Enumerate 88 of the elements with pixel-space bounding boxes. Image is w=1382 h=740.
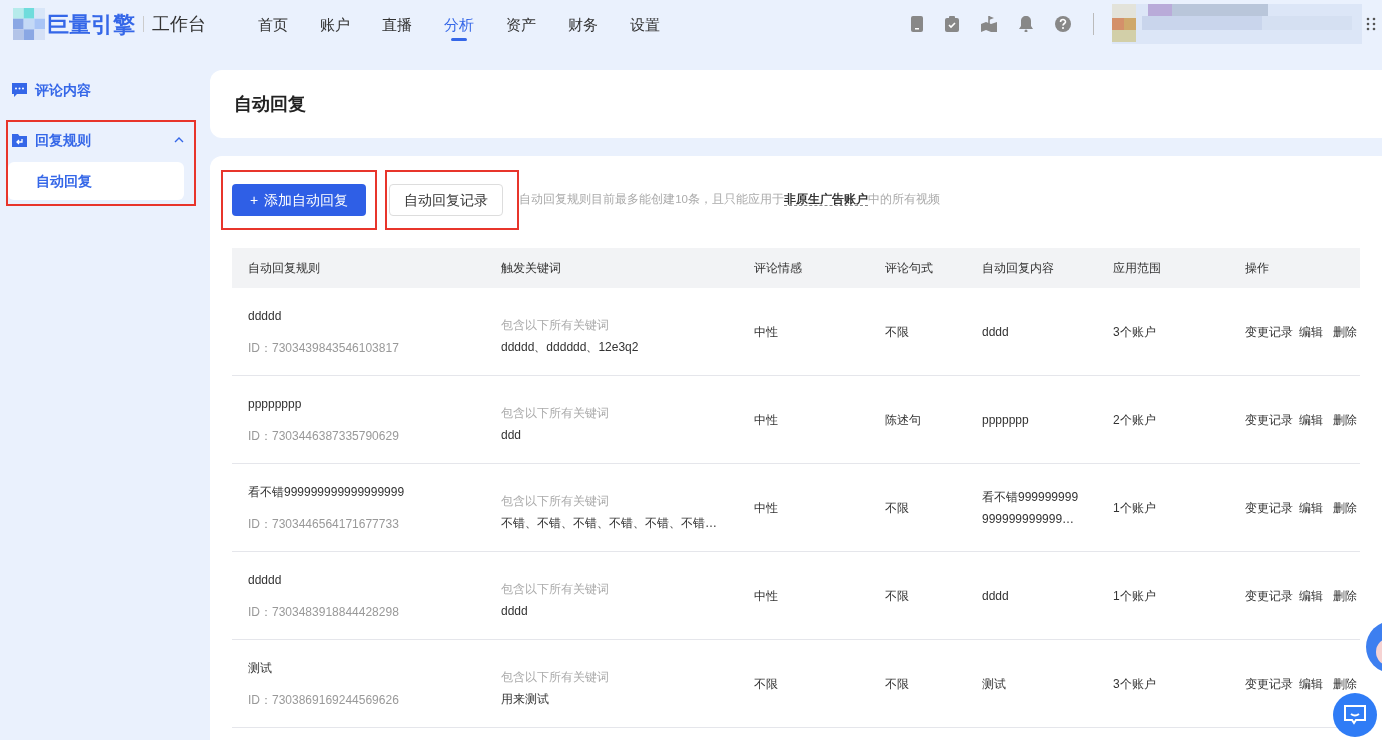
table-cell: 中性 [754,500,778,515]
table-cell: 陈述句 [885,412,921,427]
action-link[interactable]: 编辑 [1299,674,1323,693]
action-link[interactable]: 编辑 [1299,586,1323,605]
rule-id: ID：7303446387335790629 [248,427,400,445]
table-cell: 不限 [885,588,909,603]
nav-tab[interactable]: 账户 [320,11,350,37]
rule-name: ddddd [248,571,283,589]
action-link[interactable]: 编辑 [1299,410,1323,429]
message-icon [1344,705,1366,725]
nav-tab[interactable]: 设置 [630,11,660,37]
keyword-list: ddd [501,425,738,444]
action-link[interactable]: 编辑 [1299,322,1323,341]
action-link[interactable]: 删除 [1333,498,1357,517]
action-link[interactable]: 变更记录 [1245,410,1293,429]
column-header: 操作 [1245,261,1269,275]
action-link[interactable]: 变更记录 [1245,674,1293,693]
rule-id: ID：7303446564171677733 [248,515,400,533]
table-cell: 3个账户 [1113,324,1156,339]
nav-tab[interactable]: 资产 [506,11,536,37]
folder-icon [12,133,27,147]
column-header: 评论情感 [754,261,802,275]
map-flag-icon[interactable] [981,16,997,32]
chat-icon [12,83,27,97]
action-link[interactable]: 变更记录 [1245,322,1293,341]
rule-name: pppppppp [248,395,303,413]
page-title: 自动回复 [234,92,306,116]
table-cell: 2个账户 [1113,412,1156,427]
keyword-hint: 包含以下所有关键词 [501,668,610,686]
table-cell: 不限 [885,324,909,339]
table-cell: 1个账户 [1113,500,1156,515]
table-cell: 中性 [754,412,778,427]
reply-content: 看不错999999999 [982,488,1080,506]
sidebar-item[interactable]: 回复规则 [8,122,194,158]
phone-icon[interactable] [911,16,923,32]
table-cell: 不限 [885,500,909,515]
brand-logo: 巨量引擎 [47,10,135,39]
logo-icon [13,8,45,40]
reply-content: dddd [982,587,1010,605]
column-header: 自动回复内容 [982,261,1054,275]
keyword-list: ddddd、dddddd、12e3q2 [501,337,738,356]
column-header: 评论句式 [885,261,933,275]
column-header: 触发关键词 [501,261,561,275]
rule-name: ddddd [248,307,283,325]
sidebar-subitem[interactable]: 自动回复 [8,162,184,200]
keyword-list: dddd [501,601,738,620]
reply-content: 测试 [982,675,1007,693]
table-cell: 1个账户 [1113,588,1156,603]
rule-id: ID：7303439843546103817 [248,339,400,357]
record-button[interactable]: 自动回复记录 [389,184,504,216]
action-link[interactable]: 删除 [1333,322,1357,341]
rule-name: 看不错999999999999999999 [248,483,406,501]
clipboard-check-icon[interactable] [945,16,959,32]
action-link[interactable]: 删除 [1333,410,1357,429]
keyword-list: 不错、不错、不错、不错、不错、不错… [501,513,738,532]
rule-id: ID：7303869169244569626 [248,691,400,709]
keyword-hint: 包含以下所有关键词 [501,316,610,334]
apps-grid-icon[interactable] [1366,17,1376,31]
nav-tab[interactable]: 财务 [568,11,598,37]
table-cell: 3个账户 [1113,676,1156,691]
keyword-hint: 包含以下所有关键词 [501,404,610,422]
reply-content: ppppppp [982,411,1030,429]
table-cell: 不限 [885,676,909,691]
rule-id: ID：7303483918844428298 [248,603,400,621]
keyword-list: 用来测试 [501,689,738,708]
bell-icon[interactable] [1019,16,1033,32]
sidebar-item[interactable]: 评论内容 [8,72,194,108]
add-button[interactable]: + 添加自动回复 [232,184,367,216]
column-header: 应用范围 [1113,261,1161,275]
nav-tab[interactable]: 首页 [258,11,288,37]
action-link[interactable]: 变更记录 [1245,586,1293,605]
limit-note: 自动回复规则目前最多能创建10条，且只能应用于非原生广告账户中的所有视频 [519,191,940,209]
action-link[interactable]: 变更记录 [1245,498,1293,517]
help-icon[interactable] [1055,16,1071,32]
table-cell: 不限 [754,676,778,691]
table-cell: 中性 [754,324,778,339]
product-name: 工作台 [152,12,206,36]
action-link[interactable]: 删除 [1333,674,1357,693]
column-header: 自动回复规则 [248,261,320,275]
rule-name: 测试 [248,659,273,677]
keyword-hint: 包含以下所有关键词 [501,492,610,510]
reply-content: 999999999999… [982,510,1076,528]
nav-tab[interactable]: 直播 [382,11,412,37]
table-cell: 中性 [754,588,778,603]
keyword-hint: 包含以下所有关键词 [501,580,610,598]
action-link[interactable]: 删除 [1333,586,1357,605]
action-link[interactable]: 编辑 [1299,498,1323,517]
reply-content: dddd [982,323,1010,341]
